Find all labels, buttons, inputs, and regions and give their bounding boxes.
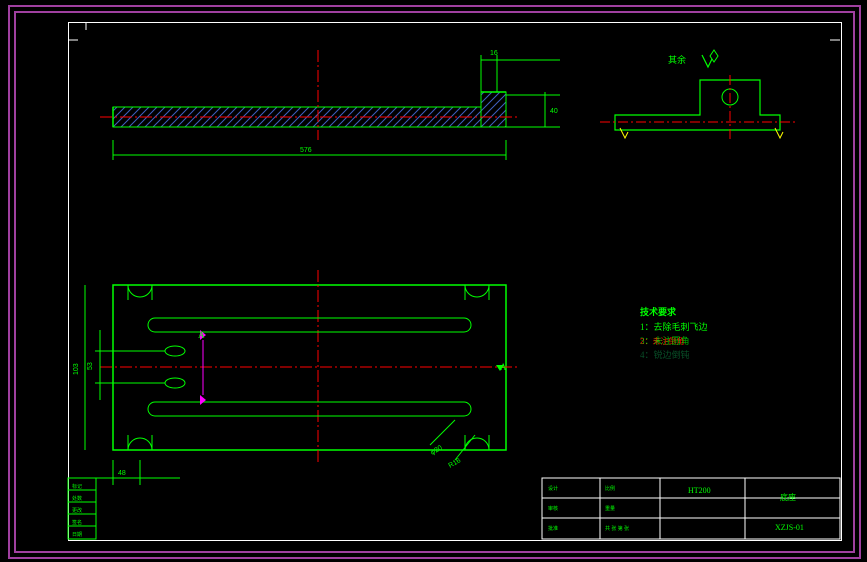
rev-r5: 日期: [72, 532, 82, 538]
cad-canvas: 16 40 576 其余 A A 48 53 103 φ20 R16 技术要求 …: [0, 0, 867, 562]
tb-app: 批准: [548, 525, 558, 532]
tb-mass: 重量: [605, 505, 615, 512]
other-label: 其余: [668, 54, 686, 65]
detail-view: 其余: [600, 50, 795, 140]
plan-view: A A: [100, 270, 520, 465]
tb-scale: 比例: [605, 485, 615, 492]
dim-b1: 48: [118, 470, 126, 477]
frame-ticks: [68, 22, 840, 40]
dim-top2: 40: [550, 108, 558, 115]
dim-side: 53: [87, 362, 94, 370]
dim-main-len: 576: [300, 147, 312, 154]
dim-obl1: φ20: [430, 444, 444, 456]
rev-r4: 签名: [72, 519, 82, 526]
rev-r2: 处数: [72, 495, 82, 502]
title-block: HT200 底座 XZJS-01 设计 审核 批准 比例 重量 共 张 第 张: [542, 478, 840, 539]
tb-sheet: 共 张 第 张: [605, 525, 629, 532]
drawing-svg: 16 40 576 其余 A A 48 53 103 φ20 R16 技术要求 …: [0, 0, 867, 562]
a-mark-top: A: [198, 330, 205, 340]
rev-r3: 更改: [72, 507, 82, 514]
tech-l4: 4：锐边倒钝: [640, 349, 690, 360]
tech-l1: 1：去除毛刺飞边: [640, 321, 708, 332]
tech-title: 技术要求: [640, 306, 677, 317]
tb-chk: 审核: [548, 505, 558, 512]
top-section-view: [100, 50, 520, 140]
rev-r1: 标记: [72, 483, 82, 490]
tech-l3: 3：未注圆角: [640, 335, 690, 346]
part-no: HT200: [688, 486, 711, 495]
rev-table: 标记 处数 更改 签名 日期: [68, 478, 96, 539]
dim-height: 103: [73, 363, 80, 375]
bottom-dimensions: 48 53 103 φ20 R16: [73, 285, 475, 485]
tb-des: 设计: [548, 485, 558, 492]
part-name: 底座: [780, 492, 796, 502]
drawing-no: XZJS-01: [775, 523, 804, 532]
tech-requirements: 技术要求 1：去除毛刺飞边 2：未注倒角 3：未注圆角 4：锐边倒钝: [640, 306, 708, 360]
dim-obl2: R16: [448, 457, 463, 470]
dim-top1: 16: [490, 50, 498, 57]
